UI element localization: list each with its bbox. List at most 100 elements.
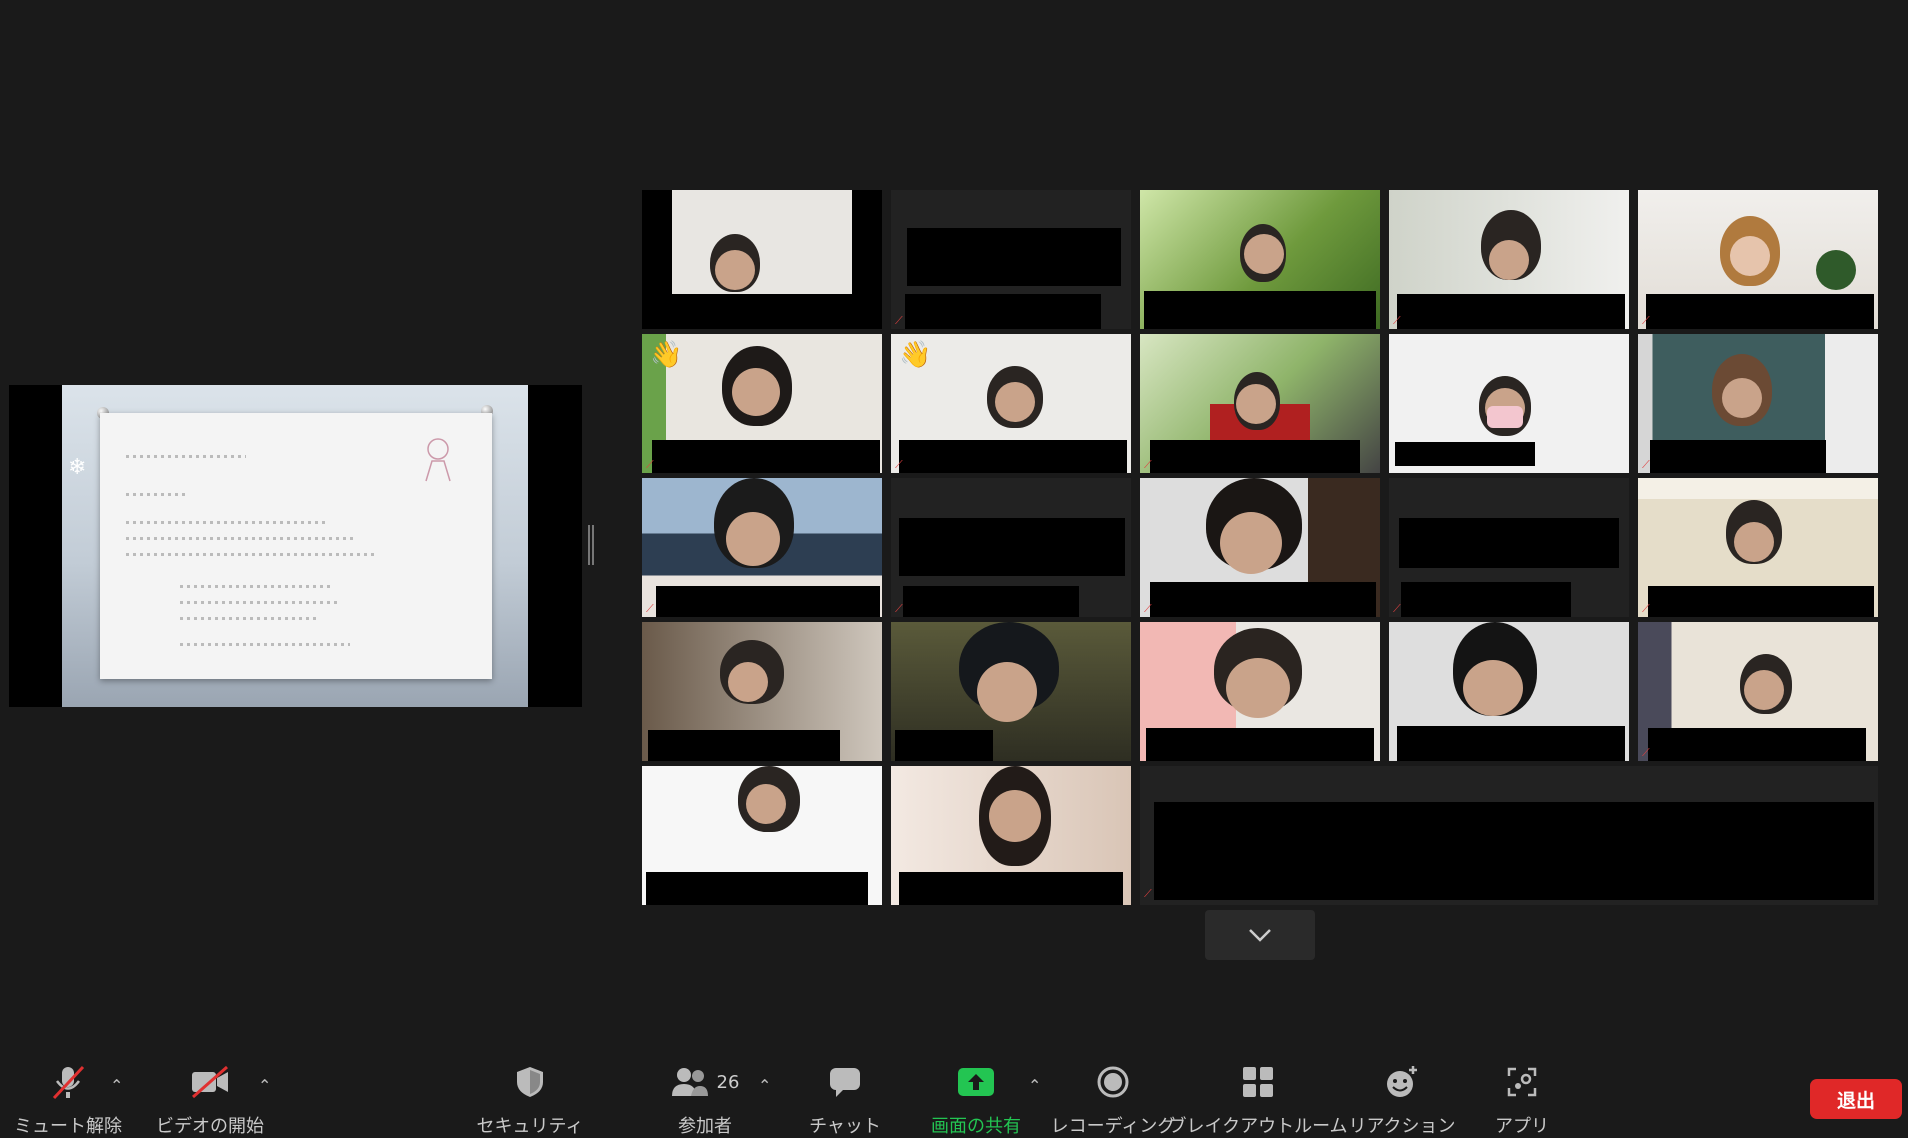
face-mask bbox=[1487, 406, 1523, 428]
video-options-caret[interactable]: ⌃ bbox=[258, 1076, 271, 1095]
shield-icon bbox=[514, 1064, 546, 1100]
chat-button[interactable]: チャット bbox=[800, 1064, 890, 1138]
participant-face bbox=[1463, 660, 1523, 716]
redacted-name bbox=[1144, 291, 1376, 329]
participant-face bbox=[1236, 384, 1276, 424]
redacted-name bbox=[899, 440, 1127, 473]
participant-tile[interactable] bbox=[891, 766, 1131, 905]
participant-tile[interactable] bbox=[1140, 190, 1380, 329]
slide-text-line bbox=[180, 617, 320, 620]
share-options-caret[interactable]: ⌃ bbox=[1028, 1076, 1041, 1095]
redacted-name bbox=[1648, 728, 1866, 761]
participant-tile[interactable]: ⟋ bbox=[891, 478, 1131, 617]
participant-tile[interactable] bbox=[642, 190, 882, 329]
participant-tile-group[interactable]: ⟋ bbox=[1140, 766, 1878, 905]
slide-text-line bbox=[180, 585, 330, 588]
participant-tile[interactable] bbox=[1140, 622, 1380, 761]
participant-tile[interactable]: ⟋ bbox=[1638, 190, 1878, 329]
redacted-name bbox=[1150, 440, 1360, 473]
participant-face bbox=[995, 382, 1035, 422]
security-label: セキュリティ bbox=[476, 1116, 584, 1137]
redacted-name bbox=[899, 518, 1125, 576]
redacted-name bbox=[1650, 440, 1826, 473]
slide-text-line bbox=[126, 455, 246, 458]
participant-tile[interactable] bbox=[642, 622, 882, 761]
security-button[interactable]: セキュリティ bbox=[477, 1064, 583, 1138]
slide-text-line bbox=[126, 537, 356, 540]
redacted-name bbox=[905, 294, 1101, 329]
muted-mic-icon: ⟋ bbox=[895, 458, 903, 471]
grid-icon bbox=[1241, 1064, 1275, 1100]
participant-tile[interactable]: ⟋ bbox=[1140, 478, 1380, 617]
participant-tile[interactable]: 👋 ⟋ bbox=[891, 334, 1131, 473]
microphone-muted-icon bbox=[50, 1064, 86, 1100]
breakout-rooms-button[interactable]: ブレイクアウトルーム bbox=[1168, 1064, 1348, 1138]
participant-tile[interactable] bbox=[1389, 622, 1629, 761]
participant-face bbox=[1226, 658, 1290, 718]
muted-mic-icon: ⟋ bbox=[1144, 602, 1152, 615]
muted-mic-icon: ⟋ bbox=[1642, 602, 1650, 615]
participant-tile[interactable]: ⟋ bbox=[1638, 622, 1878, 761]
redacted-name bbox=[1399, 518, 1619, 568]
raised-hand-icon: 👋 bbox=[899, 340, 932, 370]
redacted-name bbox=[648, 730, 840, 761]
participant-face bbox=[1220, 512, 1282, 574]
slide-text-line bbox=[180, 643, 350, 646]
share-screen-button[interactable]: 画面の共有 bbox=[925, 1064, 1027, 1138]
record-button[interactable]: レコーディング bbox=[1051, 1064, 1175, 1138]
redacted-name bbox=[1648, 586, 1874, 617]
muted-mic-icon: ⟋ bbox=[1144, 458, 1152, 471]
reactions-button[interactable]: リアクション bbox=[1348, 1064, 1456, 1138]
participant-tile[interactable]: 👋 ⟋ bbox=[642, 334, 882, 473]
participant-tile[interactable]: ⟋ bbox=[891, 190, 1131, 329]
redacted-name bbox=[1150, 582, 1376, 617]
participants-count: 26 bbox=[716, 1071, 740, 1093]
leave-meeting-button[interactable]: 退出 bbox=[1810, 1079, 1902, 1119]
snowflake-icon: ❄ bbox=[68, 455, 87, 480]
mute-button[interactable]: ミュート解除 bbox=[14, 1064, 122, 1138]
participant-tile[interactable]: ⟋ bbox=[642, 478, 882, 617]
redacted-name bbox=[1397, 726, 1625, 761]
camera-off-icon bbox=[189, 1064, 231, 1100]
emoji-add-icon bbox=[1384, 1064, 1420, 1100]
participant-tile[interactable] bbox=[891, 622, 1131, 761]
muted-mic-icon: ⟋ bbox=[1144, 887, 1152, 900]
apps-icon bbox=[1506, 1064, 1538, 1100]
participant-face bbox=[732, 368, 780, 416]
participant-tile[interactable]: ⟋ bbox=[1140, 334, 1380, 473]
muted-mic-icon: ⟋ bbox=[646, 458, 654, 471]
redacted-name bbox=[899, 872, 1123, 905]
participant-face bbox=[977, 662, 1037, 722]
participant-tile[interactable]: ⟋ bbox=[1638, 334, 1878, 473]
participant-tile[interactable] bbox=[642, 766, 882, 905]
chat-label: チャット bbox=[809, 1116, 881, 1137]
redacted-name bbox=[1401, 582, 1571, 617]
raised-hand-icon: 👋 bbox=[650, 340, 683, 370]
redacted-name bbox=[903, 586, 1079, 617]
muted-mic-icon: ⟋ bbox=[1393, 314, 1401, 327]
participants-label: 参加者 bbox=[678, 1116, 732, 1137]
participants-button[interactable]: 26 参加者 bbox=[650, 1064, 760, 1138]
mute-options-caret[interactable]: ⌃ bbox=[110, 1076, 123, 1095]
gallery-scroll-down-button[interactable] bbox=[1205, 910, 1315, 960]
chevron-down-icon bbox=[1249, 929, 1271, 942]
participant-face bbox=[726, 512, 780, 566]
muted-mic-icon: ⟋ bbox=[895, 602, 903, 615]
participant-tile[interactable]: ⟋ bbox=[1389, 478, 1629, 617]
participant-tile-active-speaker[interactable] bbox=[1389, 334, 1629, 473]
people-icon bbox=[671, 1068, 708, 1096]
record-label: レコーディング bbox=[1050, 1116, 1176, 1137]
slide-paper bbox=[100, 413, 492, 679]
participant-tile[interactable]: ⟋ bbox=[1638, 478, 1878, 617]
slide-text-line bbox=[126, 553, 376, 556]
participants-options-caret[interactable]: ⌃ bbox=[758, 1076, 771, 1095]
muted-mic-icon: ⟋ bbox=[1642, 458, 1650, 471]
redacted-name bbox=[1397, 294, 1625, 329]
panel-resize-handle[interactable] bbox=[588, 525, 594, 565]
participant-tile[interactable]: ⟋ bbox=[1389, 190, 1629, 329]
mute-label: ミュート解除 bbox=[14, 1116, 122, 1137]
start-video-button[interactable]: ビデオの開始 bbox=[155, 1064, 265, 1138]
apps-label: アプリ bbox=[1495, 1116, 1549, 1137]
apps-button[interactable]: アプリ bbox=[1490, 1064, 1554, 1138]
record-icon bbox=[1096, 1064, 1130, 1100]
